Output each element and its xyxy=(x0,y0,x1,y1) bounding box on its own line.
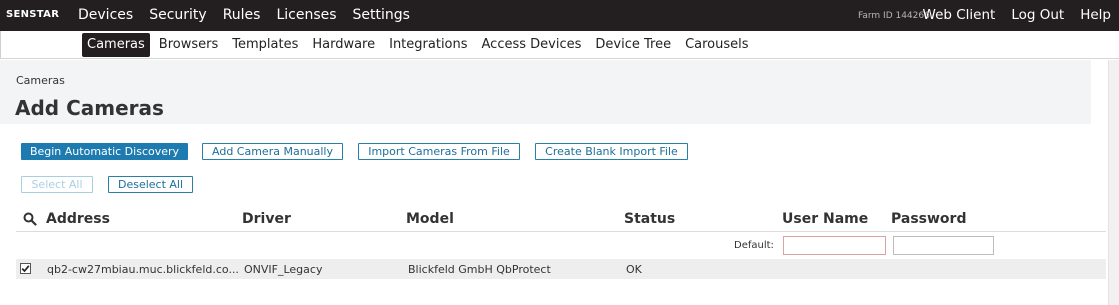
column-header-username: User Name xyxy=(782,211,869,227)
add-camera-manually-button[interactable]: Add Camera Manually xyxy=(202,143,343,160)
subnav-cameras[interactable]: Cameras xyxy=(82,33,150,57)
header-divider xyxy=(16,231,1106,232)
deselect-all-button[interactable]: Deselect All xyxy=(108,176,193,193)
main-nav: Devices Security Rules Licenses Settings xyxy=(70,0,418,31)
page-header: Cameras Add Cameras xyxy=(0,60,1091,124)
subnav-carousels[interactable]: Carousels xyxy=(680,33,753,57)
default-password-input[interactable] xyxy=(893,236,994,255)
page-title: Add Cameras xyxy=(15,96,164,120)
create-blank-import-button[interactable]: Create Blank Import File xyxy=(535,143,688,160)
nav-licenses[interactable]: Licenses xyxy=(268,0,344,31)
subnav-templates[interactable]: Templates xyxy=(227,33,303,57)
senstar-logo: SENSTAR xyxy=(6,9,60,20)
default-credentials-label: Default: xyxy=(734,240,774,251)
column-header-driver[interactable]: Driver xyxy=(242,211,291,227)
nav-devices[interactable]: Devices xyxy=(70,0,141,31)
breadcrumb[interactable]: Cameras xyxy=(16,74,65,87)
column-header-model[interactable]: Model xyxy=(406,211,454,227)
cell-model: Blickfeld GmbH QbProtect xyxy=(408,263,551,276)
subnav-integrations[interactable]: Integrations xyxy=(384,33,472,57)
select-all-button[interactable]: Select All xyxy=(21,176,93,193)
cell-address: qb2-cw27mbiau.muc.blickfeld.co... xyxy=(47,263,239,276)
help-link[interactable]: Help xyxy=(1072,0,1119,31)
row-checkbox[interactable] xyxy=(20,263,31,274)
web-client-link[interactable]: Web Client xyxy=(915,0,1004,31)
user-nav: Web Client Log Out Help xyxy=(915,0,1119,31)
nav-rules[interactable]: Rules xyxy=(215,0,269,31)
column-header-address[interactable]: Address xyxy=(46,211,110,227)
log-out-link[interactable]: Log Out xyxy=(1003,0,1072,31)
sub-navigation: Cameras Browsers Templates Hardware Inte… xyxy=(0,31,1119,59)
search-icon[interactable] xyxy=(23,212,37,226)
column-header-status[interactable]: Status xyxy=(624,211,675,227)
top-navigation-bar: SENSTAR Devices Security Rules Licenses … xyxy=(0,0,1119,31)
default-username-input[interactable] xyxy=(783,236,886,255)
cell-driver: ONVIF_Legacy xyxy=(244,263,323,276)
begin-discovery-button[interactable]: Begin Automatic Discovery xyxy=(21,143,188,160)
vertical-scrollbar[interactable] xyxy=(1108,60,1119,305)
subnav-browsers[interactable]: Browsers xyxy=(154,33,223,57)
column-header-password: Password xyxy=(891,211,967,227)
import-cameras-button[interactable]: Import Cameras From File xyxy=(358,143,520,160)
cell-status: OK xyxy=(626,263,642,276)
nav-settings[interactable]: Settings xyxy=(345,0,418,31)
subnav-hardware[interactable]: Hardware xyxy=(307,33,380,57)
nav-security[interactable]: Security xyxy=(141,0,215,31)
subnav-access-devices[interactable]: Access Devices xyxy=(477,33,587,57)
subnav-device-tree[interactable]: Device Tree xyxy=(590,33,676,57)
